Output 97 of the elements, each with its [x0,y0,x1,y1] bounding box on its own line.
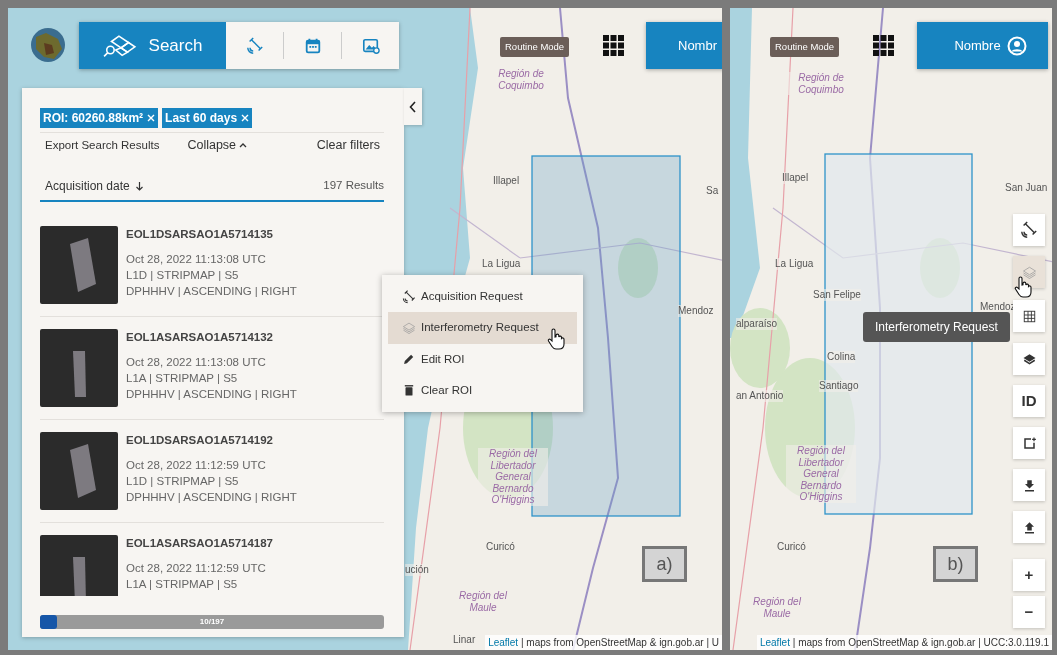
place-label: Colina [827,351,856,363]
result-date: Oct 28, 2022 11:13:08 UTC [126,252,267,267]
attribution-text: | maps from OpenStreetMap & ign.gob.ar | UCC:3.0.119.1 [792,637,1049,648]
map-tool-button[interactable] [1013,214,1045,246]
attribution-link[interactable]: Leaflet [488,637,519,648]
result-id: EOL1DSARSAO1A5714135 [126,226,274,242]
apps-grid-icon[interactable] [873,35,895,57]
export-link[interactable]: Export Search Results [45,136,160,154]
toolbar-tab[interactable] [342,22,399,69]
map-tool-button[interactable]: + [1013,559,1045,591]
result-date: Oct 28, 2022 11:13:08 UTC [126,355,267,370]
map-tool-button[interactable] [1013,343,1045,375]
results-count: 197 Results [323,178,384,194]
place-label: Sa [706,185,719,197]
result-id: EOL1ASARSAO1A5714187 [126,535,273,551]
user-button[interactable]: Nombre [917,22,1048,69]
tooltip: Interferometry Request [863,312,1010,342]
place-label: Illapel [493,175,520,187]
result-date: Oct 28, 2022 11:12:59 UTC [126,561,267,576]
map-tool-button[interactable] [1013,511,1045,543]
map-tool-button[interactable]: ID [1013,385,1045,417]
menu-item[interactable]: Edit ROI [388,343,577,375]
calendar-icon [303,36,322,55]
satellite-icon [402,289,416,304]
mode-badge: Routine Mode [500,37,570,58]
map-tool-button[interactable] [1013,427,1045,459]
result-detail: DPHHHV | ASCENDING | RIGHT [126,490,297,505]
place-label: an Antonio [736,390,784,402]
add-rectangle-icon [1021,435,1037,451]
layers-icon [1021,264,1037,280]
layers-icon [402,320,416,335]
trash-icon [402,383,416,398]
result-detail: L1A | STRIPMAP | S5 [126,577,239,592]
collapse-panel-tab[interactable] [404,88,422,125]
result-id: EOL1DSARSAO1A5714192 [126,432,274,448]
chevron-up-icon [239,142,248,149]
panel-caption: b) [933,546,978,582]
result-date: Oct 28, 2022 11:12:59 UTC [126,458,267,473]
panel-caption: a) [642,546,687,582]
user-avatar-icon [1006,35,1027,56]
user-button[interactable]: Nombr [646,22,722,69]
satellite-icon [1020,221,1038,239]
progress-label: 10/197 [198,615,226,628]
menu-item[interactable]: Acquisition Request [388,281,577,313]
forest-area [618,238,658,298]
filter-chip[interactable]: ROI: 60260.88km² [40,108,159,128]
close-icon[interactable] [241,114,250,122]
menu-item[interactable]: Interferometry Request [388,312,577,344]
close-icon[interactable] [147,114,156,122]
map-tool-button[interactable] [1013,256,1045,288]
attribution-link[interactable]: Leaflet [759,637,790,648]
toolbar-tab[interactable] [284,22,341,69]
result-item[interactable]: EOL1DSARSAO1A5714192 Oct 28, 2022 11:12:59 UTC L1D | STRIPMAP | S5 DPHHHV | ASCENDING | RIGHT [40,419,384,523]
mode-badge: Routine Mode [770,37,840,58]
place-label: La Ligua [775,258,814,270]
place-label: San Juan [1005,182,1048,194]
result-detail: DPHHHV | ASCENDING | RIGHT [126,284,297,299]
map-tool-button[interactable]: − [1013,596,1045,628]
result-detail: L1D | STRIPMAP | S5 [126,474,240,489]
clear-filters-link[interactable]: Clear filters [316,136,380,155]
image-settings-icon [361,36,380,55]
globe-logo-icon [30,27,66,63]
table-grid-icon [1021,308,1037,324]
place-label: ución [405,564,429,576]
place-label: Curicó [777,541,806,553]
map-tool-button[interactable] [1013,469,1045,501]
arrow-down-icon [134,180,144,191]
layers-icon [1021,351,1037,367]
place-label: Illapel [782,172,809,184]
filter-chip[interactable]: Last 60 days [162,108,253,128]
result-detail: L1A | STRIPMAP | S5 [126,371,239,386]
result-item[interactable]: EOL1DSARSAO1A5714135 Oct 28, 2022 11:13:08 UTC L1D | STRIPMAP | S5 DPHHHV | ASCENDING | RIGHT [40,213,384,317]
result-detail: DPHHHV | ASCENDING | RIGHT [126,387,297,402]
pencil-icon [402,352,416,367]
hand-cursor-icon [547,328,565,350]
result-item[interactable]: EOL1ASARSAO1A5714132 Oct 28, 2022 11:13:08 UTC L1A | STRIPMAP | S5 DPHHHV | ASCENDING | RIGHT [40,316,384,420]
region-label: Región del Libertador General Bernardo O'Higgins [786,445,856,503]
place-label: Santiago [819,380,859,392]
search-tab[interactable]: Search [79,22,226,69]
result-detail: L1D | STRIPMAP | S5 [126,268,240,283]
place-label: Mendoz [678,305,714,317]
collapse-link[interactable]: Collapse [187,136,237,155]
satellite-icon [245,36,264,55]
map-tool-button[interactable] [1013,300,1045,332]
place-label: La Ligua [482,258,521,270]
chevron-left-icon [409,101,417,114]
sort-button[interactable]: Acquisition date [45,176,130,195]
place-label: alparaíso [736,318,778,330]
result-id: EOL1ASARSAO1A5714132 [126,329,274,345]
menu-item[interactable]: Clear ROI [388,374,577,406]
place-label: Curicó [486,541,515,553]
place-label: San Felipe [813,289,861,301]
region-label: Región del Libertador General Bernardo O'Higgins [478,448,548,506]
place-label: Linar [453,634,476,646]
attribution-text: | maps from OpenStreetMap & ign.gob.ar | U [520,637,719,648]
apps-grid-icon[interactable] [603,35,625,57]
hand-cursor-icon [1014,276,1032,298]
